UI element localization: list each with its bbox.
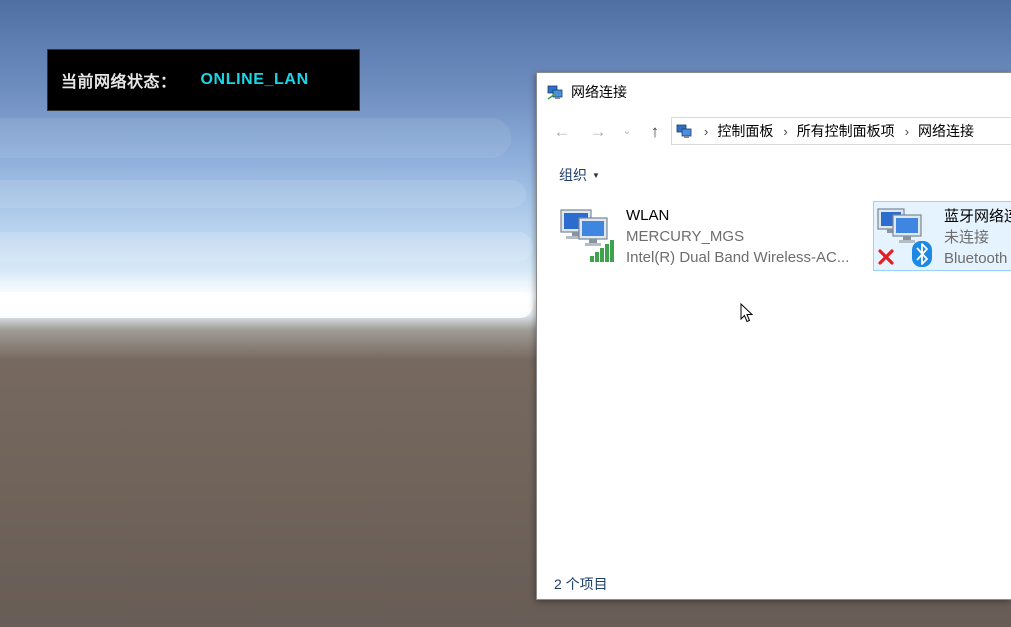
- control-panel-icon: [676, 122, 694, 140]
- address-bar[interactable]: › 控制面板 › 所有控制面板项 › 网络连接: [671, 117, 1011, 145]
- connection-status: 未连接: [944, 229, 990, 246]
- recent-locations-chevron-icon[interactable]: ⌄: [619, 119, 635, 145]
- title-bar[interactable]: 网络连接: [537, 73, 1011, 111]
- horizon-band: [0, 292, 533, 318]
- bluetooth-icon: [912, 241, 932, 267]
- connection-item-wlan[interactable]: WLAN MERCURY_MGS Intel(R) Dual Band Wire…: [557, 201, 867, 271]
- forward-arrow-icon[interactable]: →: [587, 119, 609, 145]
- organize-menu-button[interactable]: 组织 ▼: [559, 165, 600, 185]
- mouse-cursor-icon: [740, 303, 754, 323]
- breadcrumb-separator-icon: ›: [904, 123, 910, 139]
- network-status-value: ONLINE_LAN: [200, 71, 309, 88]
- sky-band: [0, 180, 526, 208]
- breadcrumb-network-connections[interactable]: 网络连接: [918, 121, 974, 141]
- sky-band: [0, 118, 511, 158]
- connection-name: 蓝牙网络连: [944, 208, 1011, 225]
- connection-network: MERCURY_MGS: [626, 228, 745, 245]
- window-title: 网络连接: [571, 84, 627, 100]
- up-arrow-icon[interactable]: ↑: [644, 119, 666, 145]
- breadcrumb-separator-icon: ›: [704, 123, 709, 139]
- network-connections-window[interactable]: 网络连接 ← → ⌄ ↑ › 控制面板 › 所有控制面板项 › 网络连接 组织 …: [536, 72, 1011, 600]
- network-status-overlay: 当前网络状态： ONLINE_LAN: [47, 49, 360, 111]
- breadcrumb-control-panel[interactable]: 控制面板: [717, 121, 773, 141]
- breadcrumb-separator-icon: ›: [783, 123, 788, 139]
- item-count-status: 2 个项目: [554, 576, 608, 592]
- back-arrow-icon[interactable]: ←: [551, 119, 573, 145]
- sky-band: [0, 232, 533, 262]
- network-status-label: 当前网络状态：: [61, 74, 177, 91]
- disconnected-x-icon: [878, 249, 894, 265]
- connection-item-bluetooth[interactable]: 蓝牙网络连 未连接 Bluetooth: [873, 201, 1011, 271]
- dropdown-caret-icon: ▼: [592, 170, 600, 180]
- network-connections-icon: [547, 83, 565, 101]
- connection-adapter: Intel(R) Dual Band Wireless-AC...: [626, 249, 850, 266]
- connection-name: WLAN: [626, 207, 670, 224]
- connection-adapter: Bluetooth: [944, 250, 1008, 267]
- wifi-adapter-icon: [559, 204, 617, 266]
- bluetooth-adapter-icon: [876, 205, 934, 267]
- breadcrumb-all-control-panel-items[interactable]: 所有控制面板项: [797, 121, 895, 141]
- organize-label: 组织: [559, 167, 587, 183]
- navigation-bar: ← → ⌄ ↑ › 控制面板 › 所有控制面板项 › 网络连接: [537, 117, 1011, 147]
